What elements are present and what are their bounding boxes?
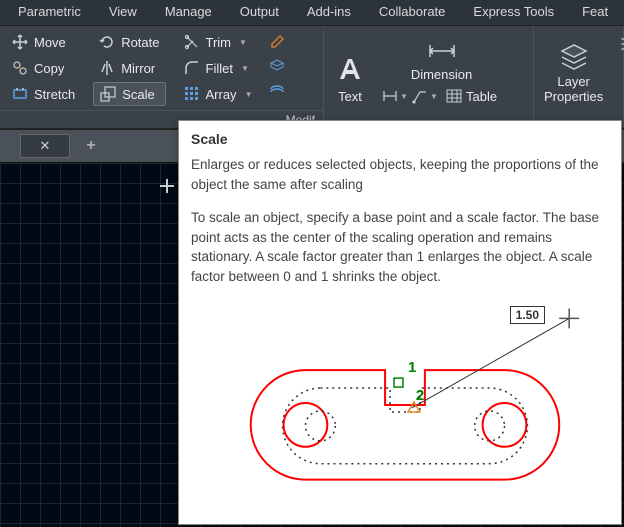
move-label: Move	[34, 35, 66, 50]
table-icon	[446, 88, 462, 104]
erase-icon	[269, 33, 285, 49]
rotate-icon	[99, 34, 115, 50]
rotate-button[interactable]: Rotate	[93, 30, 165, 54]
scale-icon	[100, 86, 116, 102]
array-button[interactable]: Array ▼	[178, 82, 259, 106]
scale-value-label: 1.50	[510, 306, 545, 324]
dimension-icon	[426, 39, 458, 63]
move-icon	[12, 34, 28, 50]
fillet-dropdown-icon[interactable]: ▼	[241, 64, 249, 73]
explode-icon	[269, 57, 285, 73]
tab-addins[interactable]: Add-ins	[293, 0, 365, 25]
dd-icon[interactable]: ▼	[400, 92, 408, 101]
copy-button[interactable]: Copy	[6, 56, 81, 80]
rotate-label: Rotate	[121, 35, 159, 50]
move-button[interactable]: Move	[6, 30, 81, 54]
panel-modify: Move Copy Stretch	[0, 26, 324, 128]
copy-label: Copy	[34, 61, 64, 76]
tab-express[interactable]: Express Tools	[459, 0, 568, 25]
text-label: Text	[338, 89, 362, 104]
ribbon: Move Copy Stretch	[0, 26, 624, 129]
tab-parametric[interactable]: Parametric	[4, 0, 95, 25]
tab-collaborate[interactable]: Collaborate	[365, 0, 460, 25]
linear-dim-icon	[382, 88, 398, 104]
dimension-button[interactable]: Dimension	[376, 26, 507, 82]
tab-view[interactable]: View	[95, 0, 151, 25]
scale-tooltip: Scale Enlarges or reduces selected objec…	[178, 120, 622, 525]
layer-label-1: Layer	[557, 74, 590, 89]
fillet-label: Fillet	[206, 61, 233, 76]
explode-button[interactable]	[264, 54, 290, 76]
text-button[interactable]: Text	[324, 26, 376, 106]
array-label: Array	[206, 87, 237, 102]
fillet-icon	[184, 60, 200, 76]
step-1-marker: 1	[408, 360, 416, 377]
stretch-label: Stretch	[34, 87, 75, 102]
tab-manage[interactable]: Manage	[151, 0, 226, 25]
stretch-icon	[12, 86, 28, 102]
leader-button[interactable]: ▼	[412, 85, 438, 107]
close-icon: ✕	[40, 138, 51, 154]
erase-button[interactable]	[264, 30, 290, 52]
mirror-button[interactable]: Mirror	[93, 56, 165, 80]
crosshair-cursor	[160, 185, 174, 187]
layer-properties-button[interactable]: Layer Properties	[534, 26, 613, 106]
scale-button[interactable]: Scale	[93, 82, 165, 106]
tooltip-description: To scale an object, specify a base point…	[191, 208, 609, 286]
panel-layers: Layer Properties	[534, 26, 624, 128]
mirror-icon	[99, 60, 115, 76]
trim-button[interactable]: Trim ▼	[178, 30, 259, 54]
tab-output[interactable]: Output	[226, 0, 293, 25]
layer-states-icon[interactable]	[619, 34, 624, 54]
linear-dim-button[interactable]: ▼	[382, 85, 408, 107]
table-button[interactable]: Table	[442, 85, 501, 107]
text-icon	[334, 53, 366, 85]
fillet-button[interactable]: Fillet ▼	[178, 56, 259, 80]
trim-icon	[184, 34, 200, 50]
layer-label-2: Properties	[544, 89, 603, 104]
offset-button[interactable]	[264, 78, 290, 100]
trim-label: Trim	[206, 35, 232, 50]
stretch-button[interactable]: Stretch	[6, 82, 81, 106]
copy-icon	[12, 60, 28, 76]
array-icon	[184, 86, 200, 102]
layers-icon	[558, 39, 590, 71]
step-2-marker: 2	[416, 387, 424, 404]
panel-annotation: Text Dimension ▼	[324, 26, 534, 128]
offset-icon	[269, 81, 285, 97]
menu-tabs: Parametric View Manage Output Add-ins Co…	[0, 0, 624, 26]
scale-label: Scale	[122, 87, 155, 102]
table-label: Table	[466, 89, 497, 104]
mirror-label: Mirror	[121, 61, 155, 76]
trim-dropdown-icon[interactable]: ▼	[239, 38, 247, 47]
tooltip-diagram: 1.50 1 2	[191, 300, 609, 500]
tooltip-summary: Enlarges or reduces selected objects, ke…	[191, 155, 609, 194]
close-tab-button[interactable]: ✕	[20, 134, 70, 158]
array-dropdown-icon[interactable]: ▼	[245, 90, 253, 99]
new-tab-button[interactable]: +	[80, 135, 102, 157]
dimension-label: Dimension	[411, 67, 472, 82]
leader-icon	[412, 88, 428, 104]
plus-icon: +	[86, 137, 95, 155]
tooltip-title: Scale	[191, 131, 609, 147]
tab-featured[interactable]: Feat	[568, 0, 622, 25]
dd-icon[interactable]: ▼	[430, 92, 438, 101]
